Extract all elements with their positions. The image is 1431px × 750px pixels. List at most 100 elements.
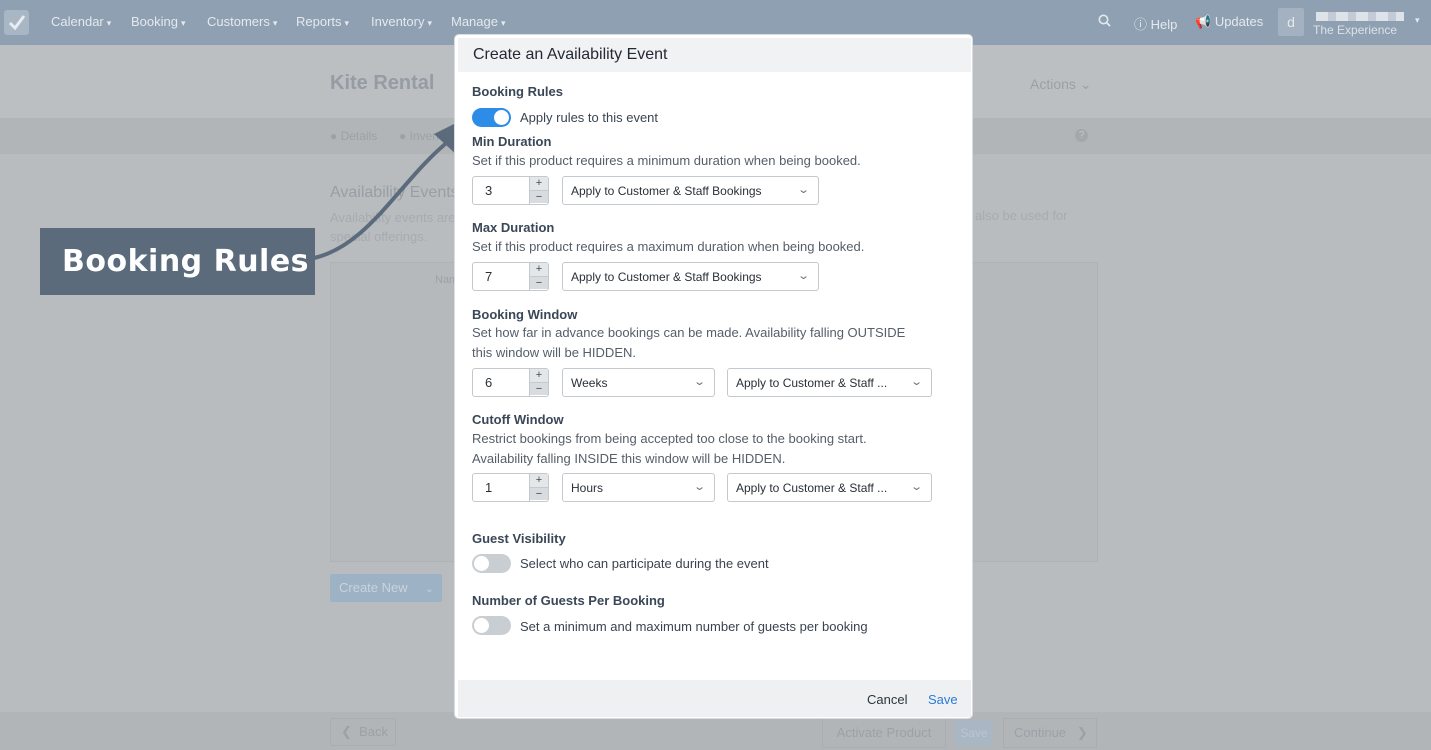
select-value: Apply to Customer & Staff ... <box>736 376 888 390</box>
stepper-value: 3 <box>485 183 493 198</box>
booking-window-description-1: Set how far in advance bookings can be m… <box>472 325 906 340</box>
guests-per-booking-label: Set a minimum and maximum number of gues… <box>520 619 868 634</box>
max-duration-stepper[interactable]: 7 + − <box>472 262 549 291</box>
select-value: Hours <box>571 481 604 495</box>
nav-label: Customers <box>207 14 270 29</box>
updates-link[interactable]: 📢 Updates <box>1195 14 1263 30</box>
actions-label: Actions <box>1030 76 1076 92</box>
search-icon[interactable] <box>1098 14 1111 30</box>
nav-label: Reports <box>296 14 342 29</box>
min-duration-applies-select[interactable]: Apply to Customer & Staff Bookings ⌄ <box>562 176 819 205</box>
toggle-knob <box>474 556 489 571</box>
max-duration-applies-select[interactable]: Apply to Customer & Staff Bookings ⌄ <box>562 262 819 291</box>
caret-down-icon: ▾ <box>427 18 433 28</box>
increment-icon[interactable]: + <box>530 263 548 276</box>
stepper-buttons: + − <box>529 369 548 396</box>
guests-per-booking-heading: Number of Guests Per Booking <box>472 593 665 608</box>
nav-manage[interactable]: Manage ▾ <box>451 14 506 29</box>
modal-footer: Cancel Save <box>458 680 971 717</box>
apply-rules-label: Apply rules to this event <box>520 110 659 125</box>
back-button[interactable]: ❮ Back <box>330 718 396 746</box>
continue-label: Continue <box>1014 725 1067 740</box>
caret-down-icon: ▾ <box>344 18 350 28</box>
user-menu-caret-icon[interactable]: ▾ <box>1415 15 1420 26</box>
chevron-left-icon: ❮ <box>341 724 352 739</box>
caret-down-icon: ▾ <box>500 18 506 28</box>
max-duration-heading: Max Duration <box>472 220 555 235</box>
increment-icon[interactable]: + <box>530 474 548 487</box>
stepper-buttons: + − <box>529 177 548 204</box>
nav-inventory[interactable]: Inventory ▾ <box>371 14 432 29</box>
cutoff-window-applies-select[interactable]: Apply to Customer & Staff ... ⌄ <box>727 473 932 502</box>
nav-calendar[interactable]: Calendar ▾ <box>51 14 111 29</box>
help-link[interactable]: ⓘ Help <box>1134 14 1177 33</box>
guest-visibility-toggle[interactable] <box>472 554 511 573</box>
chevron-down-icon: ⌄ <box>692 376 706 388</box>
booking-window-description-2: this window will be HIDDEN. <box>472 345 636 360</box>
caret-down-icon: ▾ <box>272 18 278 28</box>
nav-label: Calendar <box>51 14 104 29</box>
updates-label: Updates <box>1214 14 1264 29</box>
actions-dropdown[interactable]: Actions ⌄ <box>1030 76 1092 93</box>
cutoff-window-unit-select[interactable]: Hours ⌄ <box>562 473 715 502</box>
decrement-icon[interactable]: − <box>530 190 548 203</box>
megaphone-icon: 📢 <box>1195 14 1212 29</box>
callout-label: Booking Rules <box>40 228 315 295</box>
booking-window-stepper[interactable]: 6 + − <box>472 368 549 397</box>
stepper-value: 1 <box>485 480 493 495</box>
chevron-down-icon: ⌄ <box>909 481 923 493</box>
page-title: Kite Rental <box>330 72 435 94</box>
app-logo-icon[interactable] <box>4 10 29 35</box>
increment-icon[interactable]: + <box>530 369 548 382</box>
help-circle-icon: ⓘ <box>1134 17 1148 32</box>
avatar[interactable]: d <box>1278 8 1304 36</box>
chevron-down-icon: ⌄ <box>796 184 810 196</box>
min-duration-description: Set if this product requires a minimum d… <box>472 153 861 168</box>
question-mark-icon[interactable]: ? <box>1075 129 1088 142</box>
increment-icon[interactable]: + <box>530 177 548 190</box>
chevron-down-icon: ⌄ <box>1079 76 1092 92</box>
nav-label: Manage <box>451 14 498 29</box>
booking-window-applies-select[interactable]: Apply to Customer & Staff ... ⌄ <box>727 368 932 397</box>
modal-title: Create an Availability Event <box>473 46 668 63</box>
availability-event-modal: Create an Availability Event Booking Rul… <box>454 34 973 719</box>
modal-header: Create an Availability Event <box>458 38 971 72</box>
select-value: Weeks <box>571 376 608 390</box>
caret-down-icon: ▾ <box>106 18 112 28</box>
select-value: Apply to Customer & Staff Bookings <box>571 270 762 284</box>
nav-customers[interactable]: Customers ▾ <box>207 14 277 29</box>
continue-button[interactable]: Continue ❯ <box>1003 718 1097 748</box>
decrement-icon[interactable]: − <box>530 487 548 500</box>
booking-window-unit-select[interactable]: Weeks ⌄ <box>562 368 715 397</box>
chevron-down-icon: ⌄ <box>909 376 923 388</box>
chevron-right-icon: ❯ <box>1076 725 1088 740</box>
save-button[interactable]: Save <box>928 692 958 707</box>
min-duration-stepper[interactable]: 3 + − <box>472 176 549 205</box>
stepper-buttons: + − <box>529 474 548 501</box>
create-new-label: Create New <box>339 580 408 595</box>
guests-per-booking-toggle[interactable] <box>472 616 511 635</box>
decrement-icon[interactable]: − <box>530 382 548 395</box>
decrement-icon[interactable]: − <box>530 276 548 289</box>
activate-product-button[interactable]: Activate Product <box>822 718 946 748</box>
nav-label: Booking <box>131 14 178 29</box>
create-new-button[interactable]: Create New ⌄ <box>330 574 442 602</box>
cutoff-window-description-1: Restrict bookings from being accepted to… <box>472 431 867 446</box>
cancel-button[interactable]: Cancel <box>867 692 907 707</box>
nav-label: Inventory <box>371 14 425 29</box>
help-label: Help <box>1150 17 1178 32</box>
section-description-continued: also be used for <box>975 208 1068 223</box>
nav-reports[interactable]: Reports ▾ <box>296 14 349 29</box>
chevron-down-icon: ⌄ <box>796 270 810 282</box>
caret-down-icon: ▾ <box>180 18 186 28</box>
cutoff-window-stepper[interactable]: 1 + − <box>472 473 549 502</box>
booking-rules-heading: Booking Rules <box>472 84 564 99</box>
user-name-redacted <box>1316 12 1404 21</box>
stepper-buttons: + − <box>529 263 548 290</box>
cutoff-window-description-2: Availability falling INSIDE this window … <box>472 451 786 466</box>
user-subtitle: The Experience <box>1313 23 1398 37</box>
nav-booking[interactable]: Booking ▾ <box>131 14 186 29</box>
save-button[interactable]: Save <box>955 720 993 746</box>
stepper-value: 6 <box>485 375 493 390</box>
apply-rules-toggle[interactable] <box>472 108 511 127</box>
